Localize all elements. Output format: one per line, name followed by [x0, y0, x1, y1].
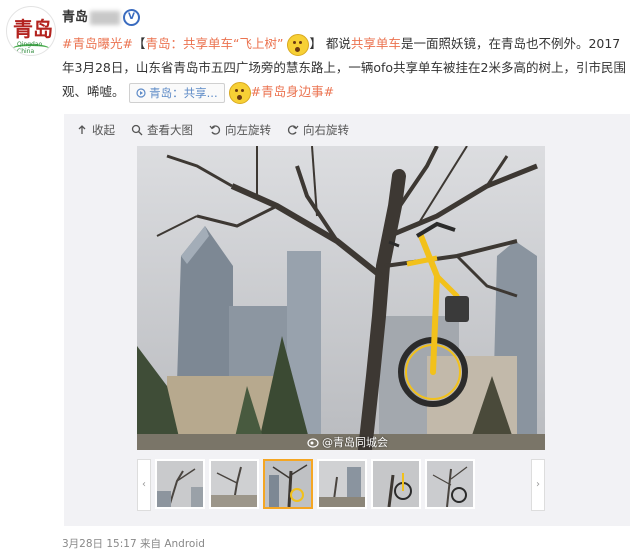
post-source[interactable]: 来自 Android [140, 538, 205, 550]
thumbnail-6[interactable] [425, 459, 475, 509]
body-link[interactable]: 共享单车 [351, 36, 401, 51]
weibo-logo-icon [307, 438, 319, 448]
video-card-label: 青岛：共享... [149, 85, 218, 100]
view-large-label: 查看大图 [147, 123, 193, 137]
thumbnail-3-active[interactable] [263, 459, 313, 509]
photo-watermark-text: @青岛同城会 [322, 436, 388, 449]
view-large-button[interactable]: 查看大图 [131, 122, 193, 138]
bike-in-tree-photo [137, 146, 545, 450]
thumbnail-2-image [211, 461, 257, 507]
headline-link[interactable]: 青岛：共享单车“飞上树” [145, 36, 283, 51]
avatar[interactable]: 青岛 Qingdao China [6, 6, 56, 56]
thumbnail-1[interactable] [155, 459, 205, 509]
collapse-label: 收起 [92, 123, 115, 137]
thumbnail-1-image [157, 461, 203, 507]
arrow-up-icon [78, 125, 86, 134]
account-name[interactable]: 青岛 [62, 10, 88, 25]
main-photo[interactable]: @青岛同城会 [137, 146, 545, 450]
photo-watermark: @青岛同城会 [307, 434, 388, 450]
avatar-logo-text: 青岛 [13, 17, 53, 41]
thumbnail-strip: ‹ › [137, 459, 545, 513]
video-card-chip[interactable]: 青岛：共享... [128, 82, 225, 103]
rotate-left-label: 向左旋转 [225, 123, 271, 137]
thumbnail-prev-button[interactable]: ‹ [137, 459, 151, 511]
thumbnail-3-image [265, 461, 311, 507]
body-text-1: 都说 [325, 36, 351, 51]
post-timestamp[interactable]: 3月28日 15:17 [62, 538, 137, 550]
thumbnail-next-button[interactable]: › [531, 459, 545, 511]
media-toolbar: 收起 查看大图 向左旋转 向右旋转 [76, 122, 349, 138]
rotate-right-button[interactable]: 向右旋转 [287, 122, 349, 138]
topic-link-1[interactable]: #青岛曝光# [62, 36, 133, 51]
media-expanded-view: 收起 查看大图 向左旋转 向右旋转 @青岛同城会 ‹ › [64, 114, 630, 526]
avatar-logo-subtitle: Qingdao China [17, 41, 43, 55]
shocked-emoji-icon [287, 33, 310, 56]
account-name-blurred [90, 10, 121, 25]
post-text: #青岛曝光#【青岛：共享单车“飞上树” 】 都说共享单车是一面照妖镜，在青岛也不… [62, 32, 628, 104]
thumbnail-4-image [319, 461, 365, 507]
thumbnail-5-image [373, 461, 419, 507]
rotate-right-label: 向右旋转 [303, 123, 349, 137]
account-name-row: 青岛 V [62, 6, 141, 26]
thumbnail-4[interactable] [317, 459, 367, 509]
headline-close: 】 [309, 36, 322, 51]
post-footer: 3月28日 15:17 来自 Android [62, 536, 205, 551]
thumbnail-6-image [427, 461, 473, 507]
verified-icon: V [123, 9, 141, 26]
rotate-right-icon [287, 125, 299, 135]
rotate-left-button[interactable]: 向左旋转 [209, 122, 271, 138]
magnifier-icon [131, 124, 143, 136]
thumbnail-5[interactable] [371, 459, 421, 509]
thumbnail-2[interactable] [209, 459, 259, 509]
topic-link-2[interactable]: #青岛身边事# [251, 84, 334, 99]
dizzy-emoji-icon [228, 81, 251, 104]
rotate-left-icon [209, 125, 221, 135]
headline-open: 【 [132, 36, 146, 51]
collapse-button[interactable]: 收起 [76, 122, 115, 138]
link-icon [135, 87, 146, 98]
